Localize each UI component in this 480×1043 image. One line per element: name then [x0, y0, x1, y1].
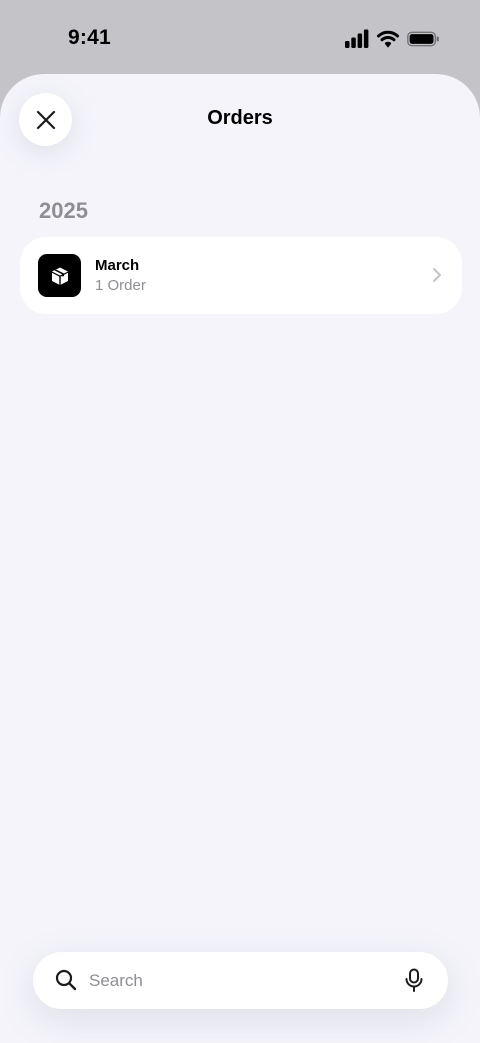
list-item-march[interactable]: March 1 Order	[20, 237, 462, 314]
wifi-icon	[377, 28, 399, 50]
microphone-icon[interactable]	[402, 968, 426, 993]
orders-sheet: Orders 2025 March 1 Order	[0, 74, 480, 1043]
list-item-title: March	[95, 257, 140, 274]
package-box-icon	[38, 254, 81, 297]
chevron-right-icon	[432, 267, 442, 283]
status-icons	[345, 28, 440, 50]
battery-icon	[407, 28, 440, 50]
list-item-subtitle: 1 Order	[95, 277, 146, 294]
page-title: Orders	[207, 107, 273, 129]
section-header-year: 2025	[39, 198, 88, 223]
status-time: 9:41	[68, 26, 111, 49]
search-icon	[55, 969, 77, 991]
cellular-signal-icon	[345, 28, 369, 50]
search-bar[interactable]	[33, 952, 448, 1009]
search-input[interactable]	[89, 952, 389, 1009]
status-bar: 9:41	[0, 0, 480, 74]
